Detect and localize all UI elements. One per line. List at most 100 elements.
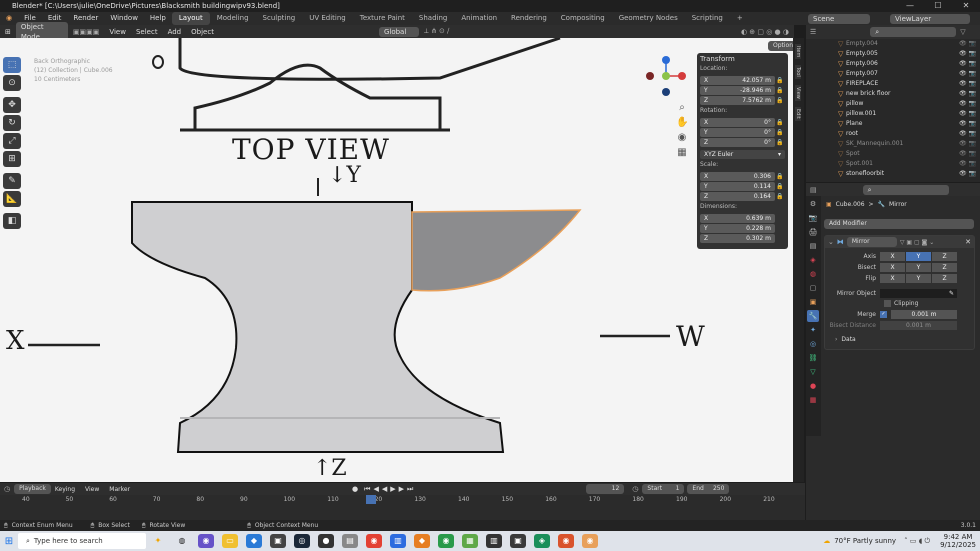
axis-y-toggle[interactable]: Y xyxy=(906,252,931,261)
add-modifier-button[interactable]: Add Modifier xyxy=(824,219,974,229)
app-icon-1[interactable]: ◉ xyxy=(198,534,214,548)
lock-icon[interactable]: 🔒 xyxy=(775,77,785,84)
render-props-icon[interactable]: 📷 xyxy=(807,212,819,224)
data-subpanel-label[interactable]: Data xyxy=(841,336,855,343)
taskbar-search[interactable]: ⌕ Type here to search xyxy=(18,533,146,549)
texture-props-icon[interactable]: ▦ xyxy=(807,394,819,406)
tab-view[interactable]: View xyxy=(795,85,801,101)
playhead[interactable] xyxy=(366,495,376,504)
zoom-icon[interactable]: ⌕ xyxy=(676,100,688,115)
weather-text[interactable]: 70°F Partly sunny xyxy=(834,537,896,545)
rotation-mode-select[interactable]: XYZ Euler ▾ xyxy=(700,149,785,159)
particles-props-icon[interactable]: ✦ xyxy=(807,324,819,336)
tab-animation[interactable]: Animation xyxy=(454,12,504,25)
dimensions-x-field[interactable]: X 0.639 m xyxy=(700,213,775,223)
measure-tool-icon[interactable]: 📐 xyxy=(3,191,21,207)
visibility-icons[interactable]: 👁 📷 xyxy=(959,109,976,119)
playback-menu[interactable]: Playback xyxy=(14,484,51,494)
clock[interactable]: 9:42 AM 9/12/2025 xyxy=(940,533,976,549)
physics-props-icon[interactable]: ◎ xyxy=(807,338,819,350)
timeline-view-menu[interactable]: View xyxy=(79,486,105,493)
vscode-icon[interactable]: ◆ xyxy=(246,534,262,548)
tab-geometry-nodes[interactable]: Geometry Nodes xyxy=(612,12,685,25)
select-box-tool-icon[interactable]: ⬚ xyxy=(3,57,21,73)
constraints-props-icon[interactable]: ⛓ xyxy=(807,352,819,364)
blender-taskbar-icon[interactable]: ◉ xyxy=(582,534,598,548)
world-props-icon[interactable]: ◍ xyxy=(807,268,819,280)
3d-viewport[interactable]: Back Orthographic (12) Collection | Cube… xyxy=(0,38,794,482)
lock-icon[interactable]: 🔒 xyxy=(775,87,785,94)
menu-object[interactable]: Object xyxy=(186,28,219,36)
current-frame-field[interactable]: 12 xyxy=(586,484,625,494)
app-icon-2[interactable]: ▣ xyxy=(270,534,286,548)
record-icon[interactable]: ● xyxy=(352,485,358,493)
outliner-row[interactable]: ▽ Spot.001 👁 📷 xyxy=(806,159,980,169)
menu-add[interactable]: Add xyxy=(163,28,187,36)
collection-props-icon[interactable]: ▢ xyxy=(807,282,819,294)
timeline-area[interactable]: 40 50 60 70 80 90 100 110 120 130 140 150 160 170 180 1… xyxy=(0,495,805,520)
navigation-gizmo[interactable] xyxy=(644,54,688,98)
outliner-row[interactable]: ▽ Plane 👁 📷 xyxy=(806,119,980,129)
windows-start-icon[interactable]: ⊞ xyxy=(0,536,18,547)
add-workspace-button[interactable]: + xyxy=(730,12,750,25)
scale-z-field[interactable]: Z 0.164 xyxy=(700,191,775,201)
tab-uv-editing[interactable]: UV Editing xyxy=(302,12,353,25)
minimize-button[interactable]: — xyxy=(896,0,924,12)
scale-x-field[interactable]: X 0.306 xyxy=(700,171,775,181)
menu-select[interactable]: Select xyxy=(131,28,163,36)
add-cube-tool-icon[interactable]: ◧ xyxy=(3,213,21,229)
visibility-icons[interactable]: 👁 📷 xyxy=(959,89,976,99)
cursor-tool-icon[interactable]: ⊙ xyxy=(3,75,21,91)
visibility-icons[interactable]: 👁 📷 xyxy=(959,139,976,149)
clipping-checkbox[interactable] xyxy=(884,300,891,307)
location-x-field[interactable]: X 42.057 m xyxy=(700,75,775,85)
bisect-z-toggle[interactable]: Z xyxy=(932,263,957,272)
scene-props-icon[interactable]: ◈ xyxy=(807,254,819,266)
axis-z-toggle[interactable]: Z xyxy=(932,252,957,261)
material-props-icon[interactable]: ● xyxy=(807,380,819,392)
data-props-icon[interactable]: ▽ xyxy=(807,366,819,378)
outliner-editor-icon[interactable]: ☰ xyxy=(810,28,816,36)
app-icon-4[interactable]: ▤ xyxy=(342,534,358,548)
outliner-row[interactable]: ▽ Spot 👁 📷 xyxy=(806,149,980,159)
output-props-icon[interactable]: 🖨 xyxy=(807,226,819,238)
select-mode-icons[interactable]: ▣▣▣▣ xyxy=(68,28,104,36)
start-frame-field[interactable]: Start 1 xyxy=(642,484,685,494)
view-layer-props-icon[interactable]: ▤ xyxy=(807,240,819,252)
marker-menu[interactable]: Marker xyxy=(105,486,134,493)
options-button[interactable]: Options xyxy=(768,41,794,51)
camera-icon[interactable]: ◉ xyxy=(676,130,688,145)
app-icon-5[interactable]: ▥ xyxy=(390,534,406,548)
visibility-icons[interactable]: 👁 📷 xyxy=(959,159,976,169)
flip-y-toggle[interactable]: Y xyxy=(906,274,931,283)
flip-x-toggle[interactable]: X xyxy=(880,274,905,283)
collapse-chevron-icon[interactable]: ⌄ xyxy=(828,238,834,246)
grid-view-icon[interactable]: ▦ xyxy=(676,145,688,160)
steam-icon[interactable]: ◎ xyxy=(294,534,310,548)
close-button[interactable]: ✕ xyxy=(952,0,980,12)
scale-tool-icon[interactable]: ⤢ xyxy=(3,133,21,149)
menu-render[interactable]: Render xyxy=(67,12,104,25)
remove-modifier-icon[interactable]: ✕ xyxy=(965,238,971,246)
rotation-x-field[interactable]: X 0° xyxy=(700,117,775,127)
outliner-row[interactable]: ▽ pillow.001 👁 📷 xyxy=(806,109,980,119)
transform-tool-icon[interactable]: ⊞ xyxy=(3,151,21,167)
file-explorer-icon[interactable]: ▭ xyxy=(222,534,238,548)
app-icon-3[interactable]: ● xyxy=(318,534,334,548)
visibility-icons[interactable]: 👁 📷 xyxy=(959,39,976,49)
orientation-selector[interactable]: Global xyxy=(378,26,419,37)
outliner-row[interactable]: ▽ new brick floor 👁 📷 xyxy=(806,89,980,99)
bisect-y-toggle[interactable]: Y xyxy=(906,263,931,272)
merge-distance-field[interactable]: 0.001 m xyxy=(891,310,957,319)
modifier-props-icon[interactable]: 🔧 xyxy=(807,310,819,322)
outliner-row[interactable]: ▽ Empty.005 👁 📷 xyxy=(806,49,980,59)
chrome-icon[interactable]: ◉ xyxy=(366,534,382,548)
visibility-icons[interactable]: 👁 📷 xyxy=(959,49,976,59)
outliner-row[interactable]: ▽ FIREPLACE 👁 📷 xyxy=(806,79,980,89)
lock-icon[interactable]: 🔒 xyxy=(775,183,785,190)
app-icon-7[interactable]: ◉ xyxy=(438,534,454,548)
annotate-tool-icon[interactable]: ✎ xyxy=(3,173,21,189)
lock-icon[interactable]: 🔒 xyxy=(775,97,785,104)
lock-icon[interactable]: 🔒 xyxy=(775,173,785,180)
properties-search-input[interactable]: ⌕ xyxy=(862,184,949,195)
